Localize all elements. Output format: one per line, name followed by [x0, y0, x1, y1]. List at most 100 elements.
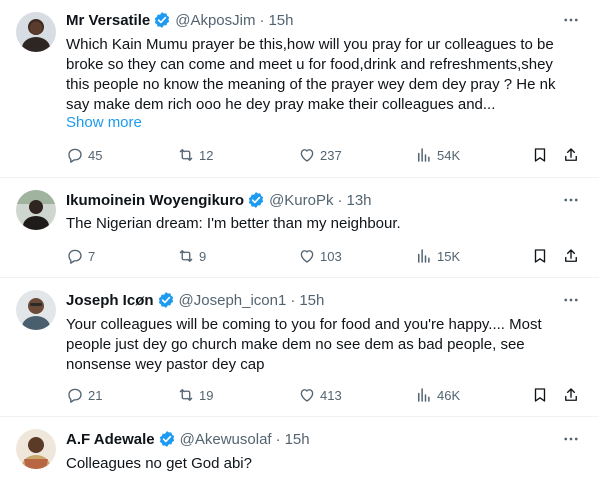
tweet[interactable]: Mr Versatile @AkposJim · 15h Which Kain … [0, 0, 599, 178]
tweet-text-line: Which Kain Mumu prayer be this,how will … [66, 36, 554, 53]
views-icon [418, 388, 430, 402]
views-count: 46K [437, 387, 461, 403]
tweet-replies-feed: Mr Versatile @AkposJim · 15h Which Kain … [0, 0, 599, 483]
bookmark-button[interactable] [531, 385, 549, 405]
like-button[interactable]: 237 [298, 145, 342, 165]
tweet-text-line: The Nigerian dream: I'm better than my n… [66, 215, 401, 232]
tweet-actions: 7 9 103 15K [66, 246, 586, 266]
like-count: 237 [320, 147, 342, 163]
repost-count: 12 [199, 147, 214, 163]
separator: · [275, 430, 281, 448]
verified-badge-icon [247, 191, 265, 209]
tweet-text-line: people just dey go church make dem no se… [66, 336, 525, 353]
more-icon[interactable] [559, 190, 583, 210]
heart-icon [300, 389, 314, 402]
tweet-text-line: this people no know the meaning of the p… [66, 76, 556, 93]
more-icon[interactable] [559, 290, 583, 310]
views-button[interactable]: 46K [415, 385, 460, 405]
tweet[interactable]: A.F Adewale @Akewusolaf · 15h Colleagues… [0, 417, 599, 483]
tweet[interactable]: Joseph Icøn @Joseph_icon1 · 15h Your col… [0, 278, 599, 417]
avatar[interactable] [16, 290, 56, 330]
repost-button[interactable]: 9 [177, 246, 206, 266]
views-icon [418, 148, 430, 162]
views-icon [418, 249, 430, 263]
repost-button[interactable]: 19 [177, 385, 213, 405]
share-icon [565, 148, 577, 161]
views-button[interactable]: 15K [415, 246, 460, 266]
repost-icon [179, 250, 193, 262]
tweet-actions: 45 12 237 54K [66, 145, 586, 165]
separator: · [259, 11, 265, 29]
avatar[interactable] [16, 12, 56, 52]
views-count: 15K [437, 248, 461, 264]
bookmark-icon [534, 148, 546, 162]
views-count: 54K [437, 147, 461, 163]
views-button[interactable]: 54K [415, 145, 460, 165]
timestamp[interactable]: 15h [268, 12, 293, 29]
share-icon [565, 249, 577, 262]
display-name[interactable]: Joseph Icøn [66, 292, 154, 309]
share-button[interactable] [562, 246, 580, 266]
heart-icon [300, 250, 314, 263]
bookmark-icon [534, 388, 546, 402]
tweet-text: Colleagues no get God abi? [66, 454, 586, 474]
avatar[interactable] [16, 429, 56, 469]
avatar[interactable] [16, 190, 56, 230]
tweet-text: Your colleagues will be coming to you fo… [66, 315, 586, 375]
show-more-link[interactable]: Show more [66, 113, 142, 133]
tweet-text-line: nonsense wey pastor dey cap [66, 356, 265, 373]
timestamp[interactable]: 15h [299, 292, 324, 309]
reply-icon [68, 148, 82, 163]
separator: · [337, 191, 343, 209]
like-button[interactable]: 413 [298, 385, 342, 405]
share-button[interactable] [562, 385, 580, 405]
timestamp[interactable]: 15h [285, 431, 310, 448]
reply-button[interactable]: 7 [66, 246, 95, 266]
like-count: 103 [320, 248, 342, 264]
reply-button[interactable]: 21 [66, 385, 102, 405]
bookmark-button[interactable] [531, 145, 549, 165]
handle[interactable]: @Akewusolaf [180, 431, 272, 448]
handle[interactable]: @AkposJim [175, 12, 255, 29]
repost-count: 9 [199, 248, 207, 264]
like-button[interactable]: 103 [298, 246, 342, 266]
more-icon[interactable] [559, 10, 583, 30]
heart-icon [300, 149, 314, 162]
tweet-actions: 21 19 413 46K [66, 385, 586, 405]
tweet-text: The Nigerian dream: I'm better than my n… [66, 214, 586, 234]
handle[interactable]: @KuroPk [269, 192, 333, 209]
reply-count: 7 [88, 248, 96, 264]
tweet-header: Mr Versatile @AkposJim · 15h [66, 10, 294, 30]
reply-icon [68, 388, 82, 403]
tweet-header: A.F Adewale @Akewusolaf · 15h [66, 429, 310, 449]
repost-count: 19 [199, 387, 214, 403]
bookmark-icon [534, 249, 546, 263]
separator: · [290, 291, 296, 309]
tweet-text: Which Kain Mumu prayer be this,how will … [66, 35, 586, 115]
verified-badge-icon [157, 291, 175, 309]
like-count: 413 [320, 387, 342, 403]
reply-button[interactable]: 45 [66, 145, 102, 165]
tweet-header: Ikumoinein Woyengikuro @KuroPk · 13h [66, 190, 372, 210]
tweet-text-line: broke so they can come and meet u for fo… [66, 56, 553, 73]
repost-button[interactable]: 12 [177, 145, 213, 165]
timestamp[interactable]: 13h [347, 192, 372, 209]
tweet-text-line: say make dem rich ooo he dey pray make t… [66, 96, 496, 113]
reply-icon [68, 249, 82, 264]
display-name[interactable]: Mr Versatile [66, 12, 150, 29]
display-name[interactable]: Ikumoinein Woyengikuro [66, 192, 244, 209]
tweet[interactable]: Ikumoinein Woyengikuro @KuroPk · 13h The… [0, 178, 599, 278]
verified-badge-icon [153, 11, 171, 29]
display-name[interactable]: A.F Adewale [66, 431, 155, 448]
bookmark-button[interactable] [531, 246, 549, 266]
tweet-text-line: Colleagues no get God abi? [66, 455, 252, 472]
tweet-header: Joseph Icøn @Joseph_icon1 · 15h [66, 290, 324, 310]
repost-icon [179, 149, 193, 161]
reply-count: 45 [88, 147, 103, 163]
more-icon[interactable] [559, 429, 583, 449]
handle[interactable]: @Joseph_icon1 [179, 292, 287, 309]
share-icon [565, 388, 577, 401]
repost-icon [179, 389, 193, 401]
share-button[interactable] [562, 145, 580, 165]
reply-count: 21 [88, 387, 103, 403]
